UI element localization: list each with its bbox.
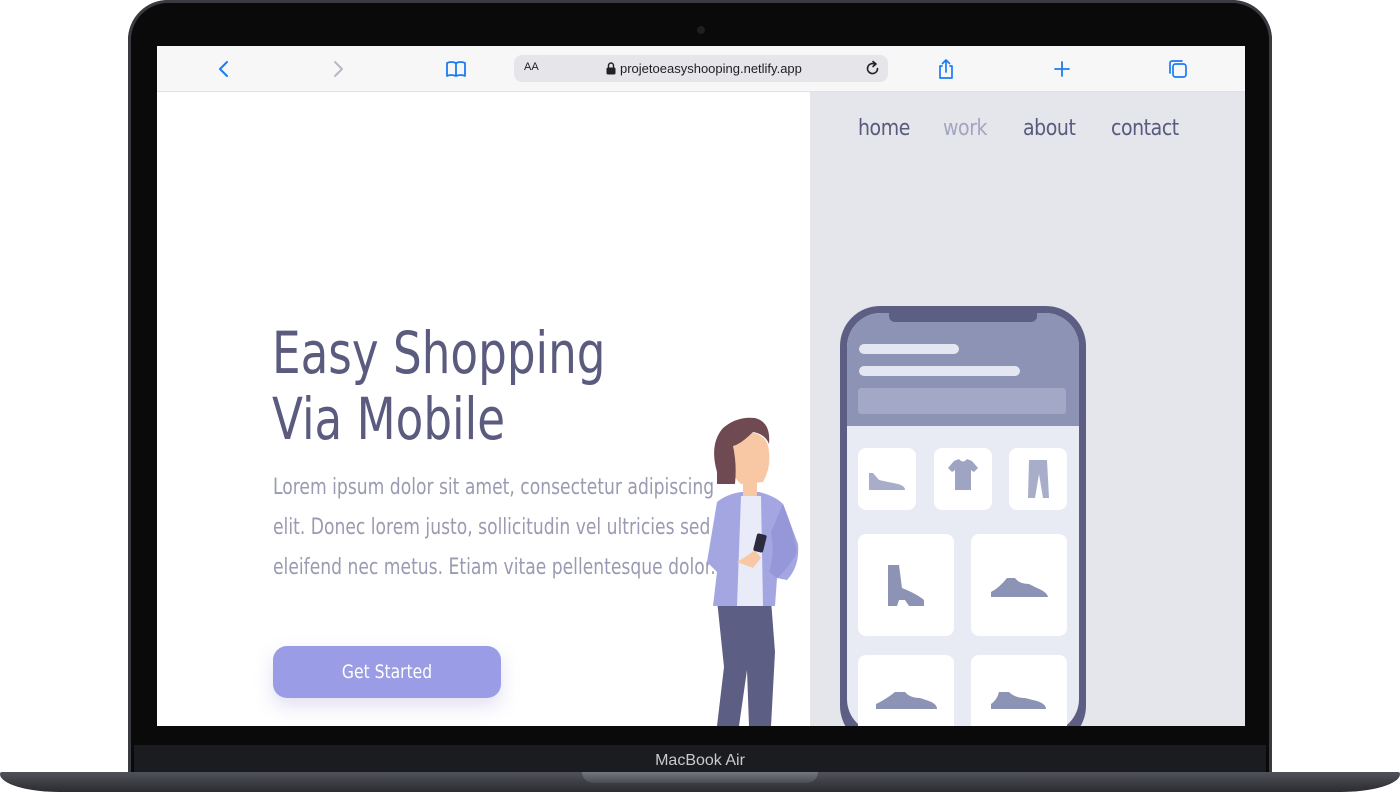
phone-illustration	[840, 306, 1086, 726]
new-tab-icon[interactable]	[1051, 58, 1073, 80]
share-icon[interactable]	[935, 58, 957, 80]
browser-toolbar: AA projetoeasyshooping.netlify.app	[157, 46, 1245, 92]
reload-icon[interactable]	[864, 60, 881, 77]
forward-icon[interactable]	[327, 58, 349, 80]
address-bar[interactable]: AA projetoeasyshooping.netlify.app	[514, 55, 888, 82]
web-page: home work about contact Easy Shopping Vi…	[157, 92, 1245, 726]
back-icon[interactable]	[213, 58, 235, 80]
lock-icon	[606, 62, 616, 75]
bookmarks-icon[interactable]	[445, 58, 467, 80]
tabs-icon[interactable]	[1167, 58, 1189, 80]
shopping-illustration	[707, 306, 1086, 726]
url-text[interactable]: projetoeasyshooping.netlify.app	[620, 61, 802, 76]
browser-screen: AA projetoeasyshooping.netlify.app home	[157, 46, 1245, 726]
text-size-button[interactable]: AA	[524, 61, 539, 73]
camera-icon	[697, 26, 705, 34]
woman-illustration	[707, 417, 799, 726]
laptop-hinge-notch	[582, 772, 818, 783]
device-label: MacBook Air	[655, 752, 745, 769]
